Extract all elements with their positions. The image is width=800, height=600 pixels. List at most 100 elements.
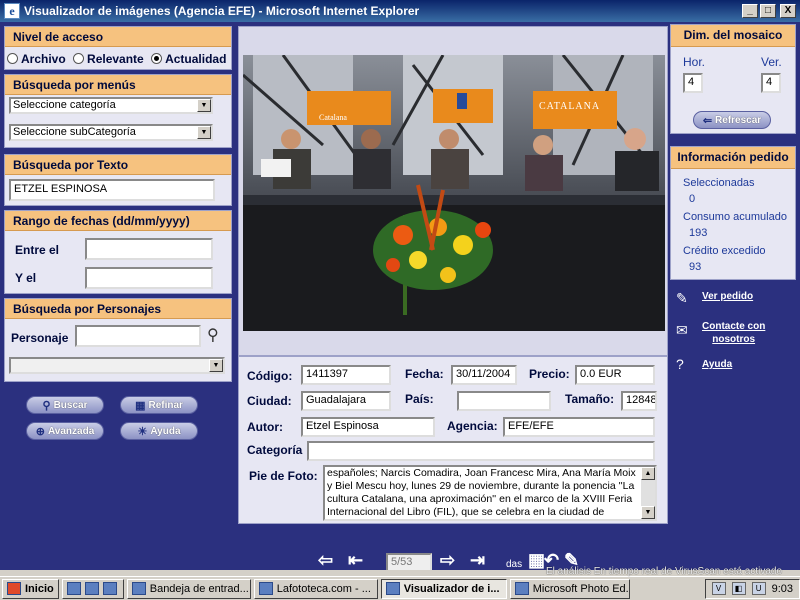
- banner-text-right: CATALANA: [539, 101, 601, 112]
- task-lafototeca[interactable]: Lafototeca.com - ...: [253, 578, 378, 599]
- envelope-icon: ✉: [676, 322, 688, 338]
- date-label: Fecha:: [405, 367, 444, 381]
- agency-value[interactable]: EFE/EFE: [503, 417, 655, 437]
- minimize-button[interactable]: _: [742, 4, 758, 18]
- date-from-label: Entre el: [15, 243, 60, 257]
- task-visualizador[interactable]: Visualizador de i...: [380, 578, 507, 599]
- radio-selected-icon: [151, 53, 163, 64]
- caption-textarea[interactable]: españoles; Narcis Comadira, Joan Frances…: [323, 465, 657, 521]
- mosaic-section: Dim. del mosaico Hor. Ver. 4 4 ⇐ Refresca…: [670, 24, 796, 134]
- author-value[interactable]: Etzel Espinosa: [301, 417, 435, 437]
- radio-archivo[interactable]: Archivo: [7, 52, 66, 66]
- radio-actualidad[interactable]: Actualidad: [151, 52, 226, 66]
- search-icon: ⚲: [42, 399, 51, 412]
- price-value[interactable]: 0.0 EUR: [575, 365, 655, 385]
- size-value[interactable]: 12848: [621, 391, 657, 411]
- photo-illustration: [243, 55, 665, 331]
- task-photo-editor[interactable]: Microsoft Photo Ed...: [509, 578, 630, 599]
- person-search-header: Búsqueda por Personajes: [5, 299, 231, 319]
- consumption-label: Consumo acumulado: [683, 211, 787, 223]
- antivirus-icon[interactable]: V: [711, 582, 726, 595]
- date-value[interactable]: 30/11/2004: [451, 365, 517, 385]
- date-from-input[interactable]: [85, 238, 213, 260]
- help-link[interactable]: Ayuda: [702, 358, 732, 371]
- press-photo[interactable]: Catalana CATALANA: [243, 55, 665, 331]
- search-button[interactable]: ⚲ Buscar: [26, 396, 104, 414]
- text-search-header: Búsqueda por Texto: [5, 155, 231, 175]
- category-label: Categoría: [247, 443, 303, 457]
- date-to-label: Y el: [15, 271, 37, 285]
- text-search-input[interactable]: ETZEL ESPINOSA: [9, 179, 215, 201]
- date-range-header: Rango de fechas (dd/mm/yyyy): [5, 211, 231, 231]
- refine-button[interactable]: ▦ Refinar: [120, 396, 198, 414]
- outlook-icon[interactable]: [102, 582, 117, 595]
- shield-icon[interactable]: U: [751, 582, 766, 595]
- size-label: Tamaño:: [565, 392, 615, 406]
- order-info-header: Información pedido: [671, 147, 795, 169]
- person-select[interactable]: ▼: [9, 357, 225, 374]
- banner-text-left: Catalana: [319, 113, 347, 122]
- category-select[interactable]: Seleccione categoría ▼: [9, 97, 213, 114]
- subcategory-select[interactable]: Seleccione subCategoría ▼: [9, 124, 213, 141]
- nav-das-text: das: [506, 559, 523, 570]
- start-button[interactable]: Inicio: [2, 578, 59, 599]
- taskbar: Inicio Bandeja de entrad... Lafototeca.c…: [0, 576, 800, 600]
- radio-relevante[interactable]: Relevante: [73, 52, 144, 66]
- center-panel: Catalana CATALANA Código: 1411397 Fecha:…: [238, 26, 668, 572]
- next-arrow-icon[interactable]: ⇨: [440, 550, 455, 570]
- last-arrow-icon[interactable]: ⇥: [470, 550, 485, 570]
- city-value[interactable]: Guadalajara: [301, 391, 391, 411]
- close-button[interactable]: X: [780, 4, 796, 18]
- advanced-button[interactable]: ⊕ Avanzada: [26, 422, 104, 440]
- caption-scrollbar[interactable]: ▲ ▼: [641, 467, 655, 519]
- prev-arrow-icon[interactable]: ⇦: [318, 550, 333, 570]
- category-value[interactable]: [307, 441, 655, 461]
- desktop-icon[interactable]: [66, 582, 81, 595]
- selected-label: Seleccionadas: [683, 177, 755, 189]
- windows-logo-icon: [7, 582, 21, 595]
- lightbulb-icon: ☀: [137, 425, 148, 438]
- hor-input[interactable]: 4: [683, 73, 703, 93]
- credit-value: 93: [689, 261, 702, 273]
- magnifier-icon[interactable]: ⚲: [207, 325, 219, 345]
- mosaic-header: Dim. del mosaico: [671, 25, 795, 47]
- inbox-icon: [131, 582, 146, 595]
- ie-icon[interactable]: [84, 582, 99, 595]
- grid-icon: ▦: [135, 399, 146, 412]
- view-order-link[interactable]: Ver pedido: [702, 290, 753, 303]
- consumption-value: 193: [689, 227, 708, 239]
- person-input[interactable]: [75, 325, 201, 347]
- menu-search-section: Búsqueda por menús Seleccione categoría ▼…: [4, 74, 232, 148]
- ver-input[interactable]: 4: [761, 73, 781, 93]
- right-panel: Dim. del mosaico Hor. Ver. 4 4 ⇐ Refresca…: [670, 22, 796, 570]
- maximize-button[interactable]: □: [760, 4, 776, 18]
- scroll-up-icon[interactable]: ▲: [641, 467, 655, 480]
- access-level-section: Nivel de acceso Archivo Relevante Actual…: [4, 26, 232, 70]
- help-button[interactable]: ☀ Ayuda: [120, 422, 198, 440]
- order-info-section: Información pedido Seleccionadas 0 Consu…: [670, 146, 796, 280]
- mosaic-grid-icon[interactable]: ▦: [528, 550, 545, 570]
- photo-editor-icon: [514, 582, 529, 595]
- code-value[interactable]: 1411397: [301, 365, 391, 385]
- task-outlook[interactable]: Bandeja de entrad...: [126, 578, 251, 599]
- code-label: Código:: [247, 369, 293, 383]
- city-label: Ciudad:: [247, 394, 292, 408]
- agency-label: Agencia:: [447, 419, 498, 433]
- credit-label: Crédito excedido: [683, 245, 766, 257]
- metadata-panel: Código: 1411397 Fecha: 30/11/2004 Precio…: [238, 356, 668, 524]
- network-icon[interactable]: ◧: [731, 582, 746, 595]
- first-arrow-icon[interactable]: ⇤: [348, 550, 363, 570]
- virusscan-notice: El análisis En tiempo real de VirusScan …: [546, 566, 783, 577]
- chevron-down-icon: ▼: [197, 99, 211, 112]
- caption-label: Pie de Foto:: [249, 469, 318, 483]
- menu-search-header: Búsqueda por menús: [5, 75, 231, 95]
- date-to-input[interactable]: [85, 267, 213, 289]
- refresh-button[interactable]: ⇐ Refrescar: [693, 111, 771, 129]
- country-value[interactable]: [457, 391, 551, 411]
- system-tray: V ◧ U 9:03: [704, 578, 800, 599]
- app-body: Nivel de acceso Archivo Relevante Actual…: [0, 22, 800, 572]
- contact-link[interactable]: Contacte con nosotros: [702, 320, 765, 346]
- scroll-down-icon[interactable]: ▼: [641, 506, 655, 519]
- chevron-down-icon: ▼: [209, 359, 223, 372]
- crosshair-icon: ⊕: [35, 425, 45, 438]
